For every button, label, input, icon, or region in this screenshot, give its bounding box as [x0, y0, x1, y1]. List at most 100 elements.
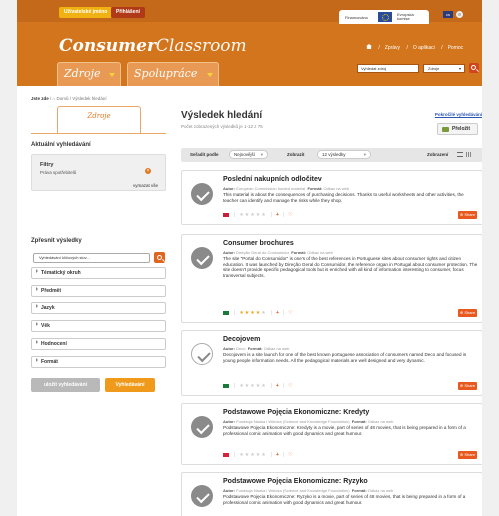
language-flag-icon [223, 310, 229, 315]
header-search-input[interactable]: Vyhledat zdroj [357, 64, 419, 73]
result-footer: | ★★★★★ | + | ♡ [223, 452, 297, 458]
search-button[interactable]: Vyhledávání [105, 378, 155, 392]
results-count: Počet zobrazených výsledků je 1-12 z 76 [181, 124, 263, 129]
chevron-right-icon [36, 287, 38, 291]
rating-stars-icon[interactable]: ★★★★★ [239, 452, 266, 458]
share-button[interactable]: ⊕ Share [458, 382, 477, 390]
tab-resources[interactable]: Zdroje [57, 62, 121, 86]
breadcrumb-current: Výsledek hledání [72, 96, 107, 101]
search-icon [471, 65, 476, 70]
result-title[interactable]: Poslední nakupních odločitev [223, 176, 322, 183]
result-meta: Autor: Fundacja Nauka i Wiedza (Science … [223, 419, 394, 424]
filter-value: Práva spotřebitelů [40, 170, 77, 175]
result-title[interactable]: Podstawowe Pojęcia Ekonomiczne: Ryzyko [223, 478, 368, 485]
sort-label: Seřadit podle [190, 152, 219, 157]
heart-icon[interactable]: ♡ [288, 383, 292, 389]
result-meta: Autor: Deco Formát: Odkaz na web [223, 346, 290, 351]
add-icon[interactable]: + [276, 383, 279, 389]
resource-type-icon [191, 183, 213, 205]
facet-language[interactable]: Jazyk [31, 302, 166, 314]
show-label: Zobrazit [287, 152, 305, 157]
filters-title: Filtry [40, 162, 54, 168]
share-button[interactable]: ⊕ Share [458, 309, 477, 317]
tab-collaboration[interactable]: Spolupráce [127, 62, 219, 86]
result-title[interactable]: Decojovem [223, 336, 260, 343]
header-search-scope-select[interactable]: Zdroje ▾ [423, 64, 465, 73]
result-description: Podstawowe Pojęcia Ekonomiczne: Kredyty … [223, 425, 466, 436]
eu-commission-label: Evropská komise [397, 12, 414, 21]
result-card[interactable]: Poslední nakupních odločitev Autor: Europ… [181, 170, 483, 225]
sidebar-tab-resources[interactable]: Zdroje [57, 106, 141, 134]
home-icon: ⌂ [52, 96, 56, 101]
keyword-search-input[interactable]: Vyhledávání klíčových slov... [33, 253, 150, 263]
sort-bar: Seřadit podle Nejnovější ▾ Zobrazit 12 vý… [181, 148, 483, 162]
share-button[interactable]: ⊕ Share [458, 451, 477, 459]
chevron-down-icon: ▾ [458, 66, 461, 71]
language-select[interactable]: cs [443, 11, 453, 18]
add-icon[interactable]: + [276, 310, 279, 316]
language-flag-icon [223, 383, 229, 388]
add-icon[interactable]: + [276, 452, 279, 458]
remove-filter-icon[interactable]: × [145, 168, 151, 174]
breadcrumb: Jste zde / ⌂ Domů / Výsledek hledání [31, 96, 107, 101]
clear-all-link[interactable]: vymazat vše [133, 183, 158, 188]
language-flag-icon [223, 452, 229, 457]
language-flag-icon [223, 212, 229, 217]
home-icon[interactable] [366, 44, 372, 49]
facet-format[interactable]: Formát [31, 356, 166, 368]
resource-type-icon [191, 343, 213, 365]
result-description: Decojovem is a site launch for one of th… [223, 352, 467, 363]
active-filters: Filtry Práva spotřebitelů × vymazat vše [31, 154, 166, 191]
grid-view-icon[interactable] [466, 152, 472, 157]
heart-icon[interactable]: ♡ [288, 212, 292, 218]
result-card[interactable]: Podstawowe Pojęcia Ekonomiczne: Ryzyko Au… [181, 472, 483, 516]
chevron-down-icon [109, 73, 115, 77]
sort-select[interactable]: Nejnovější ▾ [229, 150, 268, 159]
breadcrumb-home[interactable]: Domů [57, 96, 69, 101]
chevron-right-icon [36, 358, 38, 362]
translate-button[interactable]: Přeložit [437, 123, 478, 135]
rating-stars-icon[interactable]: ★★★★★ [239, 212, 266, 218]
current-search-heading: Aktuální vyhledávání [31, 142, 91, 148]
save-search-button[interactable]: uložit vyhledávání [31, 378, 100, 392]
result-title[interactable]: Consumer brochures [223, 240, 294, 247]
rating-stars-icon[interactable]: ★★★★★ [239, 383, 266, 389]
share-button[interactable]: ⊕ Share [458, 211, 477, 219]
nav-help[interactable]: Pomoc [448, 45, 464, 51]
refine-results-heading: Zpřesnit výsledky [31, 238, 82, 244]
facet-subject[interactable]: Předmět [31, 285, 166, 297]
search-icon [156, 254, 162, 260]
result-meta: Autor: Direção Geral do Consumidor Formá… [223, 250, 333, 255]
list-view-icon[interactable] [457, 152, 463, 157]
keyword-search-button[interactable] [154, 252, 165, 263]
nav-news[interactable]: Zprávy [385, 45, 400, 51]
heart-icon[interactable]: ♡ [288, 452, 292, 458]
login-button[interactable]: Přihlášení [111, 7, 145, 18]
facet-topic[interactable]: Tématický okruh [31, 267, 166, 279]
resource-type-icon [191, 247, 213, 269]
header-search-button[interactable] [469, 63, 479, 73]
result-card[interactable]: Consumer brochures Autor: Direção Geral d… [181, 234, 483, 323]
main-nav: / Zprávy / O aplikaci / Pomoc [361, 44, 463, 51]
page: Uživatelské jméno Přihlášení Financováno… [0, 0, 499, 516]
add-icon[interactable]: + [276, 212, 279, 218]
heart-icon[interactable]: ♡ [288, 310, 292, 316]
page-title: Výsledek hledání [181, 110, 263, 121]
facet-age[interactable]: Věk [31, 320, 166, 332]
divider [31, 133, 166, 134]
header: Uživatelské jméno Přihlášení Financováno… [17, 0, 482, 86]
page-size-select[interactable]: 12 výsledky ▾ [317, 150, 371, 159]
chevron-down-icon: ▾ [363, 152, 366, 157]
nav-about[interactable]: O aplikaci [413, 45, 435, 51]
settings-icon[interactable]: ⚙ [456, 11, 463, 18]
facet-rating[interactable]: Hodnocení [31, 338, 166, 350]
result-title[interactable]: Podstawowe Pojęcia Ekonomiczne: Kredyty [223, 409, 369, 416]
advanced-search-link[interactable]: Pokročilé vyhledávání > [435, 112, 486, 117]
result-card[interactable]: Podstawowe Pojęcia Ekonomiczne: Kredyty A… [181, 403, 483, 465]
site-logo[interactable]: ConsumerClassroom [59, 36, 247, 56]
rating-stars-icon[interactable]: ★★★★★ [239, 310, 266, 316]
translate-icon [442, 127, 449, 132]
result-card[interactable]: Decojovem Autor: Deco Formát: Odkaz na we… [181, 330, 483, 396]
result-footer: | ★★★★★ | + | ♡ [223, 310, 297, 316]
username-button[interactable]: Uživatelské jméno [59, 7, 113, 18]
